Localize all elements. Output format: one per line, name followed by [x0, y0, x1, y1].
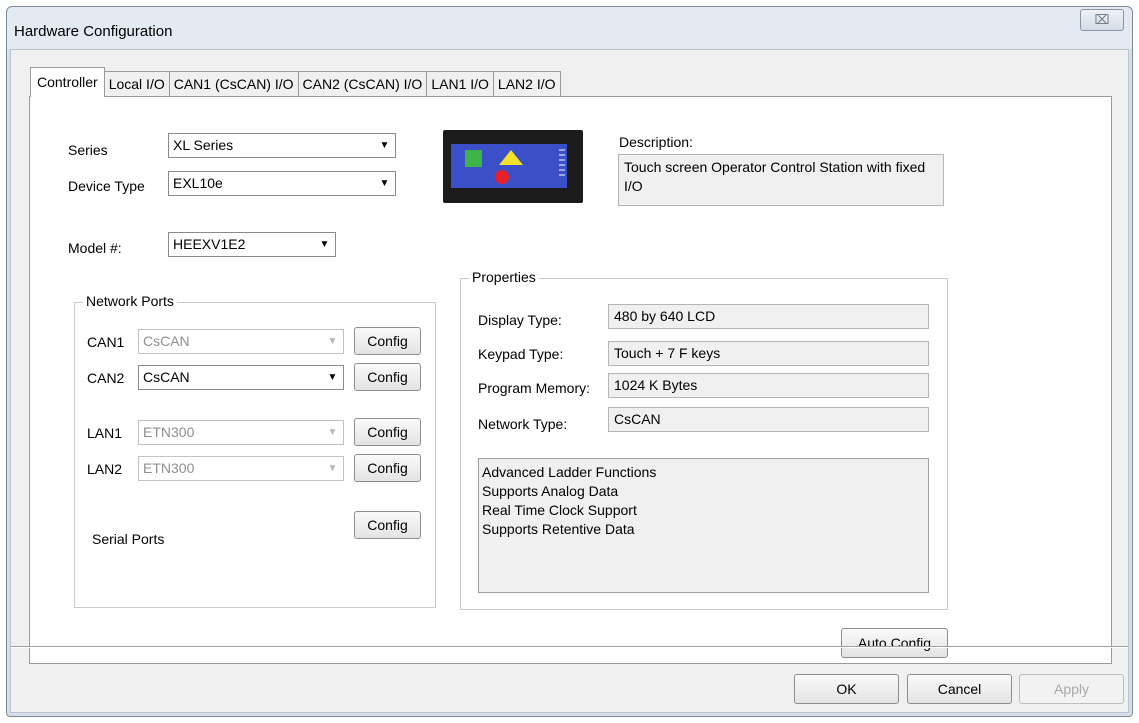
chevron-down-icon[interactable]: ▼	[375, 135, 394, 156]
display-type-field: 480 by 640 LCD	[608, 304, 929, 329]
display-type-value: 480 by 640 LCD	[614, 308, 716, 324]
series-label: Series	[68, 142, 108, 158]
window-title: Hardware Configuration	[14, 23, 173, 40]
tab-lan1-io[interactable]: LAN1 I/O	[427, 71, 494, 97]
controller-tab-panel: Series XL Series ▼ Device Type EXL10e ▼ …	[29, 96, 1112, 664]
tab-can1-io[interactable]: CAN1 (CsCAN) I/O	[169, 71, 299, 97]
device-square	[465, 150, 482, 167]
series-select[interactable]: XL Series ▼	[168, 133, 396, 158]
operator-panel-device-icon	[443, 130, 583, 203]
chevron-down-icon[interactable]: ▼	[323, 367, 342, 388]
can2-select[interactable]: CsCAN ▼	[138, 365, 344, 390]
can2-label: CAN2	[87, 370, 125, 386]
description-field: Touch screen Operator Control Station wi…	[618, 154, 944, 206]
display-type-label: Display Type:	[478, 312, 562, 328]
lan1-select: ETN300 ▼	[138, 420, 344, 445]
keypad-type-label: Keypad Type:	[478, 346, 564, 362]
can1-select: CsCAN ▼	[138, 329, 344, 354]
model-value: HEEXV1E2	[173, 236, 246, 252]
chevron-down-icon[interactable]: ▼	[375, 173, 394, 194]
apply-button: Apply	[1019, 674, 1124, 704]
tab-strip: Controller Local I/O CAN1 (CsCAN) I/O CA…	[30, 67, 561, 97]
hardware-configuration-dialog: Hardware Configuration ⌧ Controller Loca…	[6, 6, 1133, 717]
ok-button[interactable]: OK	[794, 674, 899, 704]
tab-local-io[interactable]: Local I/O	[104, 71, 170, 97]
properties-legend: Properties	[469, 269, 539, 285]
chevron-down-icon: ▼	[327, 463, 338, 474]
lan1-config-button[interactable]: Config	[354, 418, 421, 446]
device-type-value: EXL10e	[173, 175, 223, 191]
can1-label: CAN1	[87, 334, 125, 350]
lan2-value: ETN300	[143, 460, 195, 476]
cancel-button[interactable]: Cancel	[907, 674, 1012, 704]
series-value: XL Series	[173, 137, 234, 153]
can2-config-button[interactable]: Config	[354, 363, 421, 391]
tab-controller[interactable]: Controller	[30, 67, 105, 97]
network-ports-legend: Network Ports	[83, 293, 177, 309]
serial-ports-label: Serial Ports	[92, 531, 165, 547]
network-type-field: CsCAN	[608, 407, 929, 432]
lan1-label: LAN1	[87, 425, 123, 441]
device-type-label: Device Type	[68, 178, 145, 194]
chevron-down-icon[interactable]: ▼	[315, 234, 334, 255]
network-ports-group: Network Ports CAN1 CsCAN ▼ Config CAN2 C…	[74, 293, 436, 608]
device-dot	[495, 170, 509, 184]
footer-separator	[11, 646, 1128, 648]
properties-group: Properties Display Type: 480 by 640 LCD …	[460, 269, 948, 610]
tab-lan2-io[interactable]: LAN2 I/O	[493, 71, 561, 97]
list-item: Real Time Clock Support	[482, 502, 637, 518]
can1-config-button[interactable]: Config	[354, 327, 421, 355]
keypad-type-value: Touch + 7 F keys	[614, 345, 721, 361]
network-type-label: Network Type:	[478, 416, 568, 432]
description-label: Description:	[619, 134, 693, 150]
model-label: Model #:	[68, 240, 122, 256]
title-bar[interactable]: Hardware Configuration ⌧	[7, 7, 1132, 49]
auto-config-button[interactable]: Auto Config	[841, 628, 948, 658]
can1-value: CsCAN	[143, 333, 190, 349]
device-type-select[interactable]: EXL10e ▼	[168, 171, 396, 196]
serial-config-button[interactable]: Config	[354, 511, 421, 539]
model-select[interactable]: HEEXV1E2 ▼	[168, 232, 336, 257]
program-memory-label: Program Memory:	[478, 380, 591, 396]
lan2-select: ETN300 ▼	[138, 456, 344, 481]
lan2-label: LAN2	[87, 461, 123, 477]
program-memory-field: 1024 K Bytes	[608, 373, 929, 398]
chevron-down-icon: ▼	[327, 427, 338, 438]
program-memory-value: 1024 K Bytes	[614, 377, 698, 393]
lan1-value: ETN300	[143, 424, 195, 440]
close-icon: ⌧	[1094, 12, 1110, 27]
tab-can2-io[interactable]: CAN2 (CsCAN) I/O	[298, 71, 428, 97]
list-item: Advanced Ladder Functions	[482, 464, 657, 480]
features-list[interactable]: Advanced Ladder Functions Supports Analo…	[478, 458, 929, 593]
list-item: Supports Analog Data	[482, 483, 619, 499]
network-type-value: CsCAN	[614, 411, 661, 427]
close-button[interactable]: ⌧	[1080, 9, 1124, 31]
chevron-down-icon: ▼	[327, 336, 338, 347]
can2-value: CsCAN	[143, 369, 190, 385]
keypad-type-field: Touch + 7 F keys	[608, 341, 929, 366]
lan2-config-button[interactable]: Config	[354, 454, 421, 482]
list-item: Supports Retentive Data	[482, 521, 635, 537]
dialog-client-area: Controller Local I/O CAN1 (CsCAN) I/O CA…	[10, 49, 1129, 713]
